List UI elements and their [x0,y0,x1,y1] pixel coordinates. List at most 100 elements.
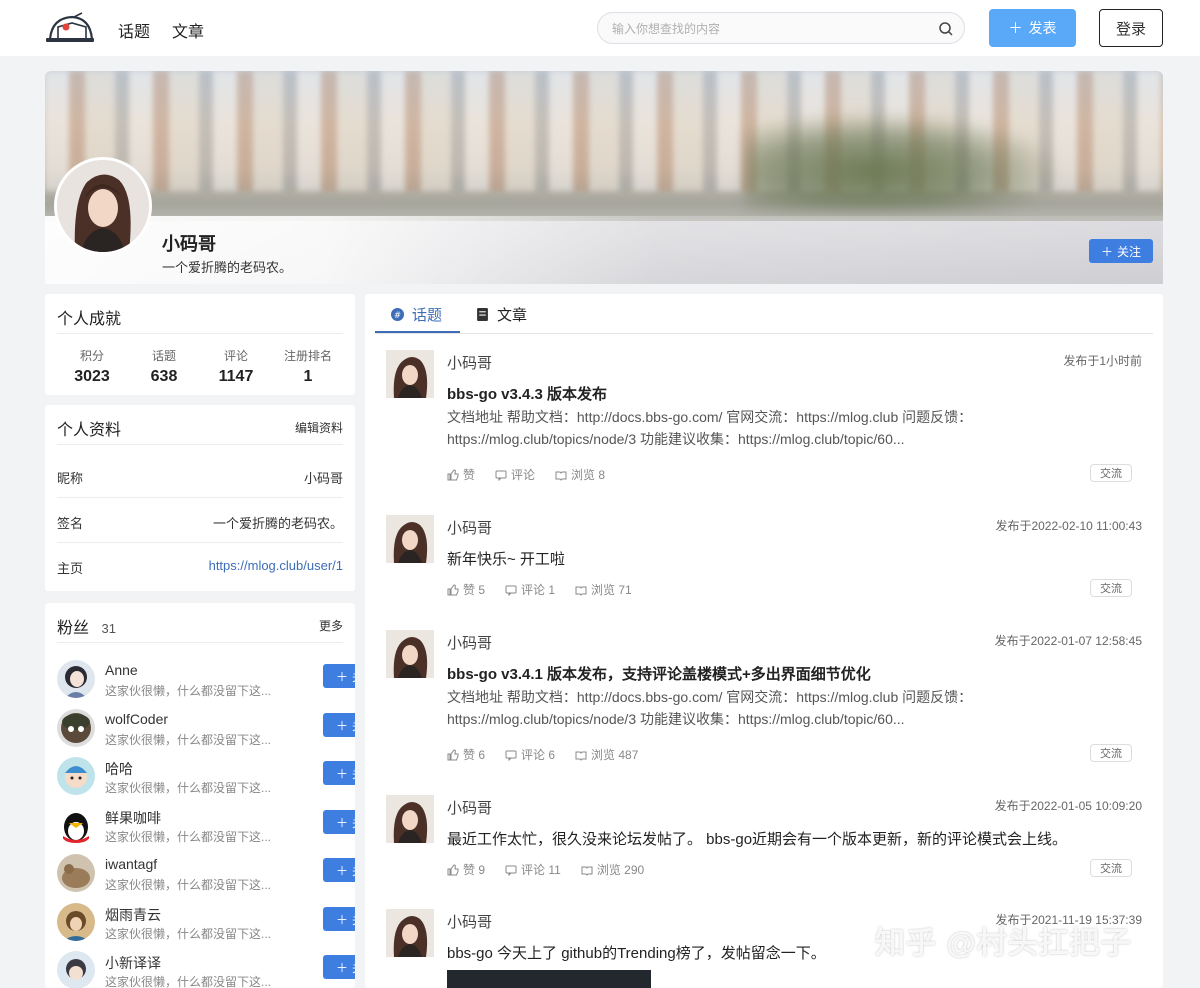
fan-desc: 这家伙很懒，什么都没留下这... [105,733,272,747]
follow-fan-button[interactable]: ＋ 关注 [323,664,355,688]
topic-title[interactable]: bbs-go 今天上了 github的Trending榜了，发帖留念一下。 [447,942,826,963]
stat-topics: 话题 638 [129,347,199,386]
fan-name[interactable]: 烟雨青云 [105,905,161,925]
fan-name[interactable]: iwantagf [105,856,157,872]
author-avatar[interactable] [386,909,434,957]
topic-tag[interactable]: 交流 [1090,579,1132,597]
follow-profile-button[interactable]: ＋ 关注 [1089,239,1153,263]
author-avatar[interactable] [386,630,434,678]
fan-name[interactable]: 小新译译 [105,953,161,973]
topic-title[interactable]: 最近工作太忙，很久没来论坛发帖了。 bbs-go近期会有一个版本更新，新的评论模… [447,828,1067,849]
plus-icon: ＋ [335,815,348,830]
fan-name[interactable]: 鲜果咖啡 [105,808,161,828]
main-content: # 话题 文章 小码哥 发布于1小时前 bbs-go v3.4.3 版本发布 文… [365,294,1163,988]
banner-background-detail [745,111,1065,211]
view-count: 浏览 71 [575,581,632,598]
fan-item: wolfCoder 这家伙很懒，什么都没留下这... ＋ 关注 [57,705,355,751]
fan-name[interactable]: 哈哈 [105,759,133,779]
homepage-link[interactable]: https://mlog.club/user/1 [209,558,343,573]
follow-fan-button[interactable]: ＋ 关注 [323,713,355,737]
follow-fan-button[interactable]: ＋ 关注 [323,761,355,785]
follow-fan-button[interactable]: ＋ 关注 [323,810,355,834]
like-action[interactable]: 赞 9 [447,861,485,878]
comment-count: 评论 1 [521,583,556,597]
search-input[interactable] [612,19,922,39]
topic-tag[interactable]: 交流 [1090,859,1132,877]
topic-item[interactable]: 小码哥 发布于2022-01-05 10:09:20 最近工作太忙，很久没来论坛… [365,795,1163,895]
fan-desc: 这家伙很懒，什么都没留下这... [105,830,272,844]
follow-fan-button[interactable]: ＋ 关注 [323,907,355,931]
topic-item[interactable]: 小码哥 发布于2022-01-07 12:58:45 bbs-go v3.4.1… [365,630,1163,770]
watermark: 知乎 @村头扛把子 [875,927,1132,960]
avatar[interactable] [57,806,95,844]
search-box[interactable] [597,12,965,44]
comment-action[interactable]: 评论 [495,466,535,483]
follow-fan-button[interactable]: ＋ 关注 [323,858,355,882]
info-key: 主页 [57,561,84,576]
info-key: 签名 [57,516,84,531]
info-row-nickname: 昵称 小码哥 [57,453,343,498]
avatar[interactable] [57,660,95,698]
plus-icon: ＋ [335,960,348,975]
author-name[interactable]: 小码哥 [447,352,492,373]
login-button[interactable]: 登录 [1099,9,1163,47]
nav-articles[interactable]: 文章 [172,18,204,42]
topic-tag[interactable]: 交流 [1090,464,1132,482]
edit-profile-link[interactable]: 编辑资料 [295,419,343,436]
fan-name[interactable]: Anne [105,662,138,678]
avatar[interactable] [57,709,95,747]
like-count: 赞 6 [463,748,486,762]
info-value: 一个爱折腾的老码农。 [212,516,343,531]
fan-name[interactable]: wolfCoder [105,711,168,727]
stat-label: 注册排名 [283,349,332,363]
stat-value: 638 [150,368,178,385]
comment-icon [505,585,517,596]
fan-desc: 这家伙很懒，什么都没留下这... [105,684,272,698]
fans-more-link[interactable]: 更多 [319,617,343,634]
site-logo-icon[interactable] [44,12,96,44]
comment-action[interactable]: 评论 1 [505,581,555,598]
topic-title[interactable]: 新年快乐~ 开工啦 [447,548,565,569]
stat-rank: 注册排名 1 [273,347,343,386]
author-name[interactable]: 小码哥 [447,517,492,538]
stat-label: 积分 [79,349,104,363]
tab-articles[interactable]: 文章 [476,304,527,325]
like-count: 赞 5 [463,583,486,597]
comment-action[interactable]: 评论 6 [505,746,555,763]
fan-item: Anne 这家伙很懒，什么都没留下这... ＋ 关注 [57,656,355,702]
avatar[interactable] [57,854,95,892]
topic-title[interactable]: bbs-go v3.4.3 版本发布 [447,383,607,404]
fans-count: 31 [101,621,116,636]
comment-action[interactable]: 评论 11 [505,861,561,878]
like-count: 赞 [463,468,476,482]
tab-label: 话题 [412,307,443,324]
avatar[interactable] [57,757,95,795]
author-name[interactable]: 小码哥 [447,911,492,932]
author-avatar[interactable] [386,795,434,843]
plus-icon: ＋ [335,766,348,781]
author-avatar[interactable] [386,350,434,398]
author-name[interactable]: 小码哥 [447,632,492,653]
like-action[interactable]: 赞 5 [447,581,485,598]
nav-topics[interactable]: 话题 [118,18,150,42]
like-action[interactable]: 赞 [447,466,475,483]
topic-item[interactable]: 小码哥 发布于2022-02-10 11:00:43 新年快乐~ 开工啦 赞 5… [365,515,1163,615]
follow-fan-button[interactable]: ＋ 关注 [323,955,355,979]
author-avatar[interactable] [386,515,434,563]
fan-item: 烟雨青云 这家伙很懒，什么都没留下这... ＋ 关注 [57,899,355,945]
plus-icon: ＋ [335,912,348,927]
like-action[interactable]: 赞 6 [447,746,485,763]
avatar[interactable] [57,951,95,988]
tab-topics[interactable]: # 话题 [391,304,442,325]
topic-tag[interactable]: 交流 [1090,744,1132,762]
topic-item[interactable]: 小码哥 发布于1小时前 bbs-go v3.4.3 版本发布 文档地址 帮助文档… [365,350,1163,490]
stat-value: 1147 [218,368,254,385]
search-icon[interactable] [938,21,954,37]
post-image-thumbnail[interactable] [447,970,651,988]
post-button[interactable]: ＋ 发表 [989,9,1076,47]
post-time: 发布于2022-01-05 10:09:20 [994,799,1142,813]
author-name[interactable]: 小码哥 [447,797,492,818]
post-time: 发布于2022-01-07 12:58:45 [994,634,1142,648]
topic-title[interactable]: bbs-go v3.4.1 版本发布，支持评论盖楼模式+多出界面细节优化 [447,663,871,684]
avatar[interactable] [57,903,95,941]
